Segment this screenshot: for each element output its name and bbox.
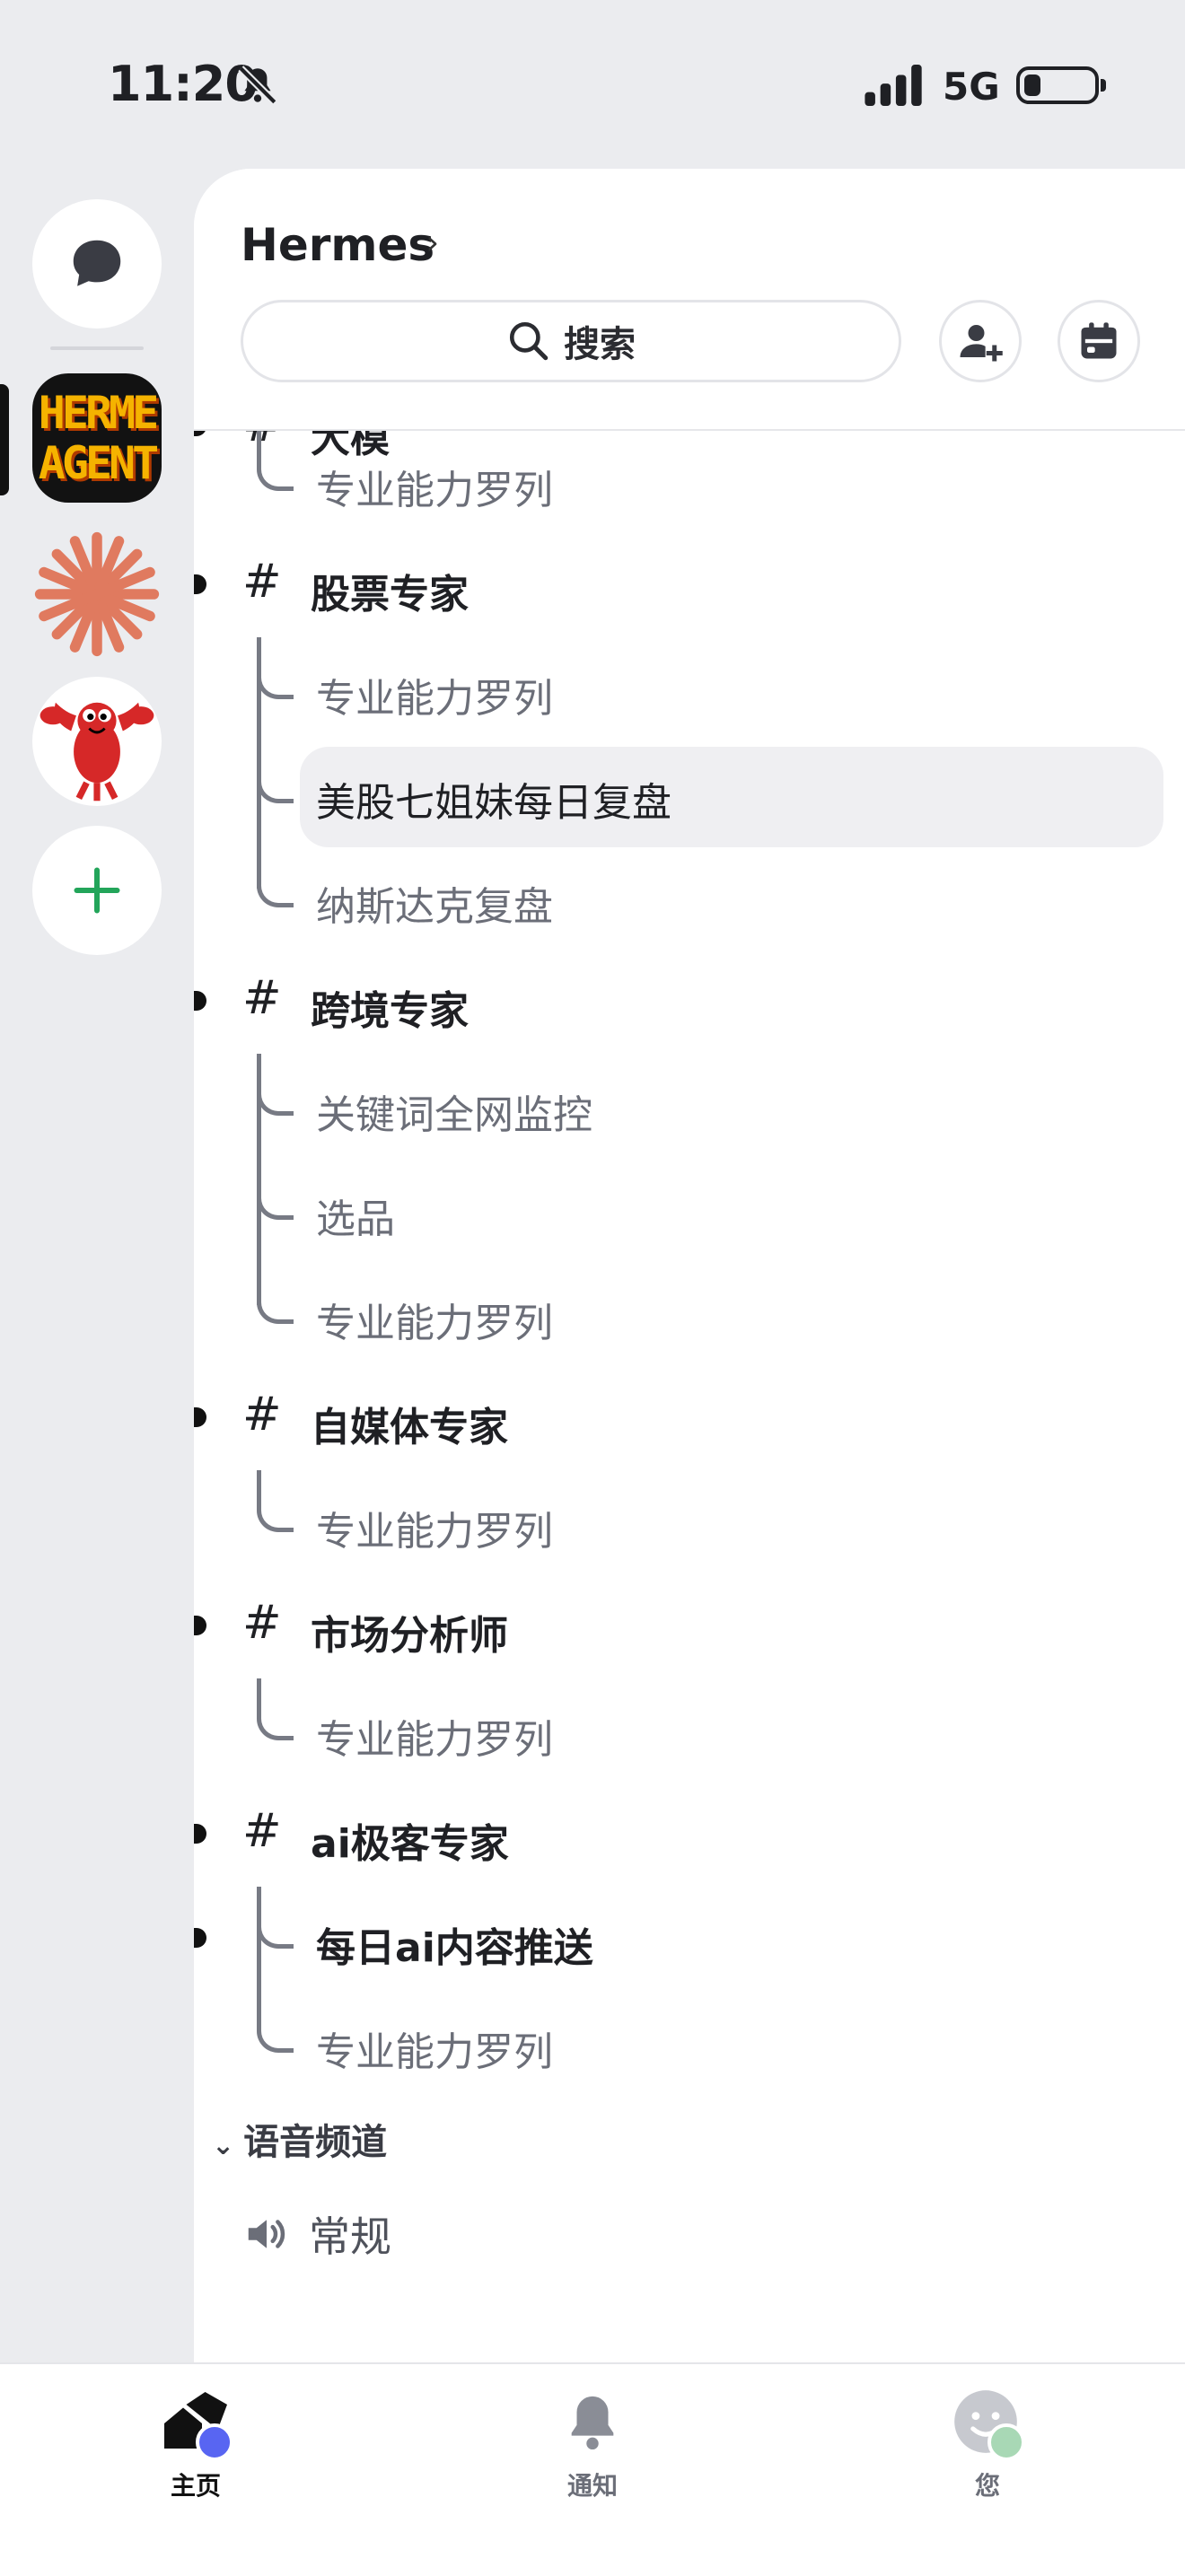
- bell-icon: [571, 2396, 614, 2450]
- category-ai-geek-expert[interactable]: # ai极客专家: [194, 1783, 1185, 1887]
- hash-icon: #: [242, 971, 282, 1025]
- status-badge: [196, 2423, 233, 2461]
- server-title[interactable]: Hermes: [241, 219, 434, 271]
- thread-label: 专业能力罗列: [316, 1301, 553, 1346]
- category-stock-expert[interactable]: # 股票专家: [194, 533, 1185, 637]
- server-claude[interactable]: [32, 530, 162, 659]
- active-server-indicator: [0, 384, 9, 495]
- voice-category-label: 语音频道: [243, 2122, 388, 2163]
- thread-label: 纳斯达克复盘: [316, 884, 553, 930]
- thread-label: 关键词全网监控: [316, 1092, 592, 1138]
- channel-panel: Hermes › 搜索 大模 专业能力罗列 # 股票专家 专业能力罗列 美股七姐…: [194, 169, 1185, 2362]
- thread-item[interactable]: 专业能力罗列: [194, 1470, 1185, 1574]
- panel-header: Hermes › 搜索: [194, 169, 1185, 431]
- presence-badge: [988, 2423, 1025, 2461]
- thread-label: 专业能力罗列: [316, 468, 553, 513]
- hash-icon: #: [242, 555, 282, 609]
- voice-channel-general[interactable]: 常规: [242, 2204, 391, 2264]
- rail-separator: [50, 346, 144, 350]
- thread-label: 专业能力罗列: [316, 1509, 553, 1555]
- starburst-logo-icon: [34, 531, 160, 657]
- thread-item-unread[interactable]: 每日ai内容推送: [194, 1887, 1185, 1991]
- chevron-down-icon: ⌄: [212, 2130, 235, 2161]
- thread-item[interactable]: 专业能力罗列: [194, 1678, 1185, 1783]
- thread-label: 专业能力罗列: [316, 676, 553, 722]
- tab-home[interactable]: 主页: [115, 2386, 276, 2502]
- unread-indicator: [194, 1616, 206, 1635]
- status-bar: 11:20 5G: [0, 0, 1185, 171]
- hash-icon: #: [242, 1388, 282, 1441]
- bell-slash-icon: [238, 66, 277, 105]
- plus-icon: [74, 867, 120, 914]
- server-hermes-agent[interactable]: HERME AGENT: [32, 373, 162, 503]
- thread-item[interactable]: 选品: [194, 1158, 1185, 1262]
- tab-you[interactable]: 您: [907, 2386, 1068, 2502]
- category-label: 市场分析师: [311, 1613, 508, 1659]
- hash-icon: #: [242, 1804, 282, 1858]
- unread-indicator: [194, 1824, 206, 1844]
- tab-notifications-label: 通知: [566, 2471, 618, 2501]
- thread-label: 每日ai内容推送: [316, 1925, 593, 1971]
- search-label: 搜索: [564, 324, 636, 365]
- calendar-icon: [1081, 322, 1117, 359]
- category-market-analyst[interactable]: # 市场分析师: [194, 1574, 1185, 1678]
- unread-indicator: [194, 574, 206, 594]
- lobster-logo-icon: [40, 702, 154, 802]
- unread-indicator: [194, 991, 206, 1011]
- server-lobster[interactable]: [32, 677, 162, 806]
- thread-item[interactable]: 关键词全网监控: [194, 1054, 1185, 1158]
- server-rail: HERME AGENT: [0, 171, 194, 2362]
- unread-indicator: [194, 1928, 206, 1948]
- tab-notifications[interactable]: 通知: [512, 2386, 673, 2502]
- category-label: 股票专家: [311, 572, 469, 618]
- add-user-icon: [960, 325, 1003, 362]
- unread-indicator: [194, 1407, 206, 1427]
- search-icon: [509, 321, 549, 361]
- invite-members-button[interactable]: [939, 300, 1022, 382]
- thread-label: 专业能力罗列: [316, 2029, 553, 2075]
- tab-you-label: 您: [974, 2471, 1000, 2501]
- speaker-icon: [248, 2220, 285, 2248]
- thread-item-selected[interactable]: 美股七姐妹每日复盘: [194, 741, 1185, 847]
- hermes-logo-line1: HERME: [38, 387, 160, 439]
- category-label: ai极客专家: [311, 1821, 509, 1867]
- category-crossborder-expert[interactable]: # 跨境专家: [194, 950, 1185, 1054]
- thread-label: 选品: [316, 1196, 395, 1242]
- thread-item[interactable]: 专业能力罗列: [194, 1262, 1185, 1366]
- network-type: 5G: [943, 65, 1000, 109]
- direct-messages-button[interactable]: [32, 199, 162, 329]
- bottom-tab-bar: 主页 通知 您: [0, 2362, 1185, 2576]
- tab-home-label: 主页: [170, 2471, 221, 2501]
- events-button[interactable]: [1058, 300, 1140, 382]
- thread-label: 美股七姐妹每日复盘: [316, 780, 672, 826]
- category-label: 跨境专家: [311, 988, 469, 1034]
- category-label: 自媒体专家: [311, 1405, 508, 1450]
- thread-item[interactable]: 专业能力罗列: [194, 637, 1185, 741]
- chat-bubble-icon: [73, 240, 121, 286]
- voice-category-header[interactable]: ⌄ 语音频道: [212, 2113, 387, 2165]
- thread-item[interactable]: 专业能力罗列: [194, 1991, 1185, 2095]
- chevron-right-icon[interactable]: ›: [426, 223, 439, 262]
- category-selfmedia-expert[interactable]: # 自媒体专家: [194, 1366, 1185, 1470]
- cellular-signal-icon: [865, 65, 922, 106]
- thread-item[interactable]: 专业能力罗列: [194, 429, 1185, 533]
- add-server-button[interactable]: [32, 826, 162, 955]
- voice-channel-label: 常规: [309, 2212, 391, 2261]
- thread-item[interactable]: 纳斯达克复盘: [194, 846, 1185, 950]
- thread-label: 专业能力罗列: [316, 1717, 553, 1763]
- hash-icon: #: [242, 1596, 282, 1650]
- hermes-logo-line2: AGENT: [38, 437, 160, 489]
- battery-icon: [1016, 66, 1106, 104]
- search-button[interactable]: 搜索: [241, 300, 901, 382]
